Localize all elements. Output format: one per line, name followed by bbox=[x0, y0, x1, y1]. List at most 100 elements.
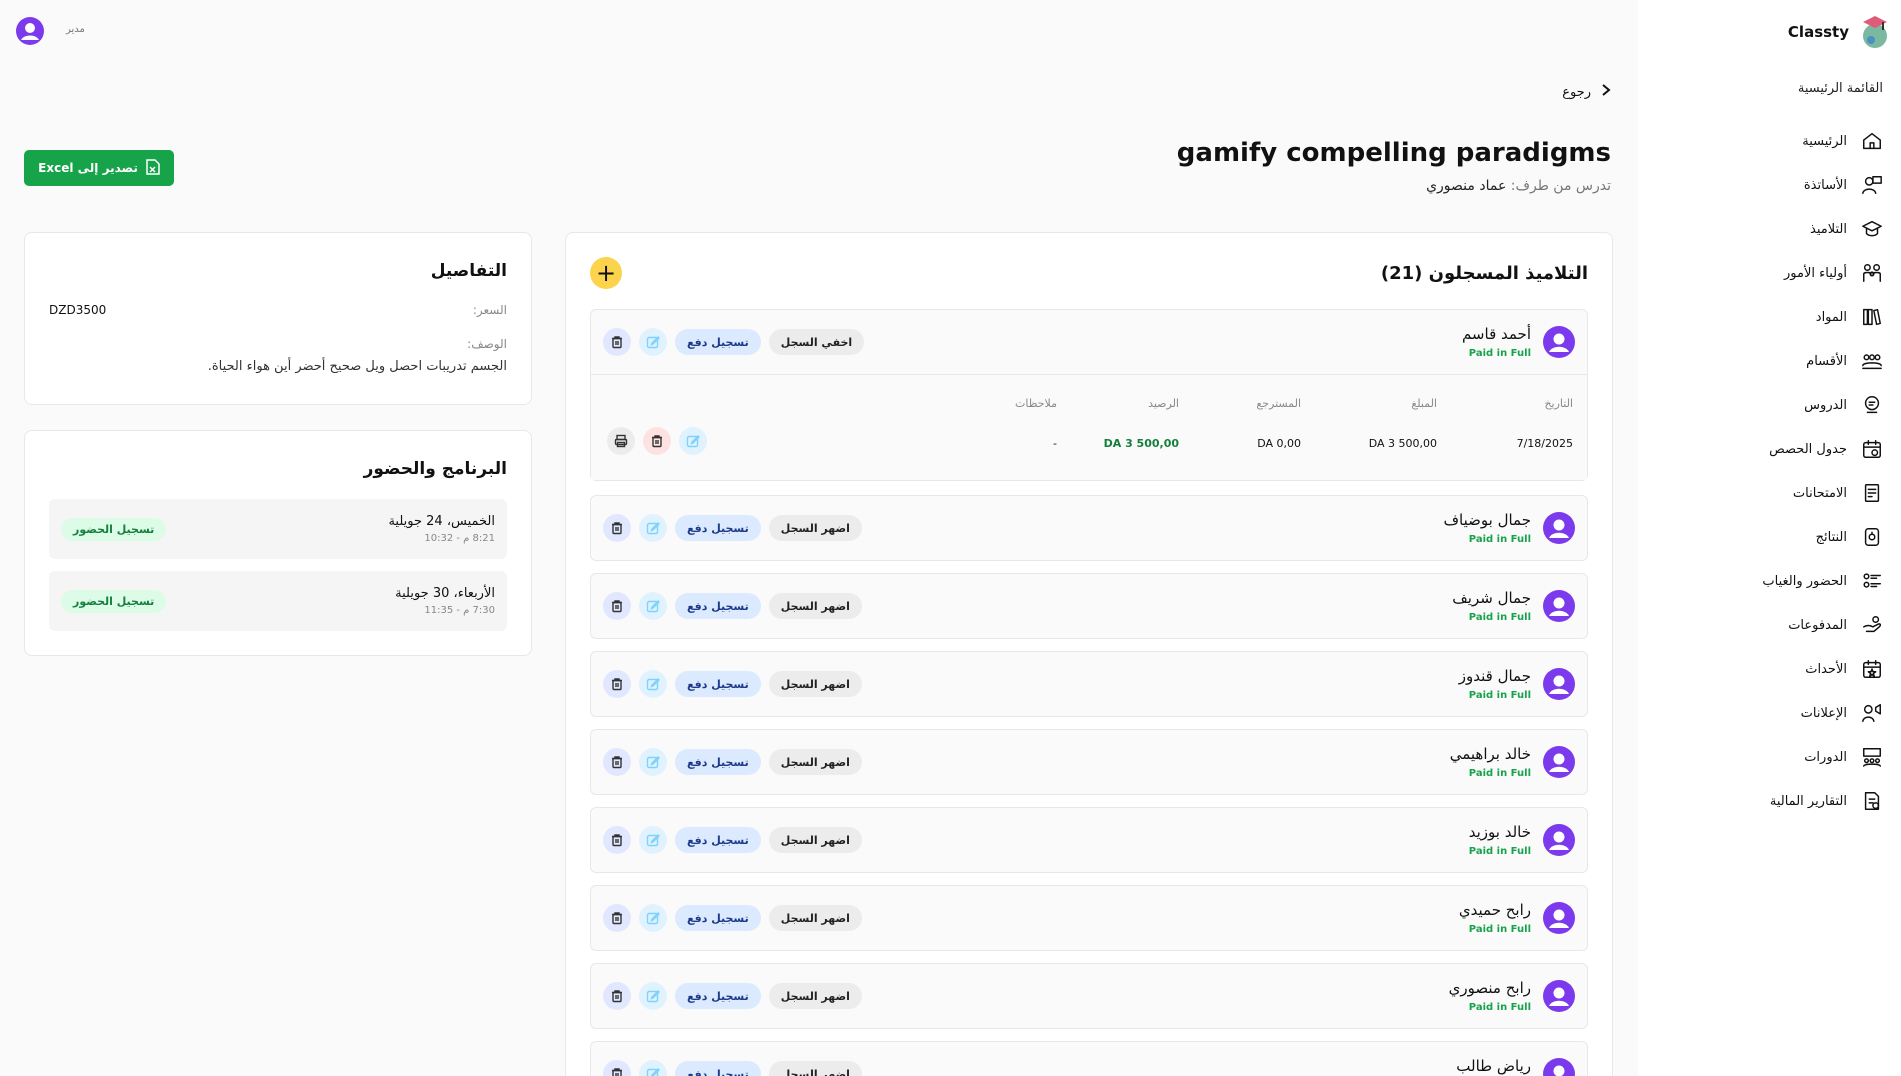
record-header-refund: المسترجع bbox=[1256, 397, 1301, 410]
add-student-button[interactable]: + bbox=[590, 257, 622, 289]
record-payment-button[interactable]: تسجيل دفع bbox=[675, 671, 761, 697]
home-icon bbox=[1861, 130, 1883, 152]
student-name: أحمد قاسم bbox=[1461, 325, 1531, 343]
session-date: الأربعاء، 30 جويلية bbox=[395, 586, 495, 601]
sidebar-item-parents[interactable]: أولياء الأمور bbox=[1651, 251, 1891, 295]
edit-icon[interactable] bbox=[639, 904, 667, 932]
toggle-record-button[interactable]: اضهر السجل bbox=[768, 749, 862, 775]
export-excel-button[interactable]: تصدير إلى Excel bbox=[24, 150, 174, 186]
student-actions: اضهر السجل تسجيل دفع bbox=[603, 1060, 862, 1076]
record-payment-button[interactable]: تسجيل دفع bbox=[675, 1061, 761, 1076]
brand-name: Classty bbox=[1787, 23, 1849, 41]
sidebar-item-label: الدروس bbox=[1804, 397, 1847, 413]
print-icon[interactable] bbox=[607, 427, 635, 455]
trash-icon[interactable] bbox=[603, 1060, 631, 1076]
sidebar-item-lessons[interactable]: الدروس bbox=[1651, 383, 1891, 427]
toggle-record-button[interactable]: اضهر السجل bbox=[768, 1061, 862, 1076]
toggle-record-button[interactable]: اضهر السجل bbox=[768, 671, 862, 697]
sidebar-item-results[interactable]: النتائج bbox=[1651, 515, 1891, 559]
trash-icon[interactable] bbox=[603, 826, 631, 854]
back-link[interactable]: رجوع bbox=[1562, 84, 1611, 100]
trash-icon[interactable] bbox=[603, 982, 631, 1010]
student-info: أحمد قاسم Paid in Full bbox=[1462, 325, 1531, 359]
record-payment-button[interactable]: تسجيل دفع bbox=[675, 983, 761, 1009]
sidebar-item-books[interactable]: المواد bbox=[1651, 295, 1891, 339]
edit-icon[interactable] bbox=[639, 514, 667, 542]
trash-icon[interactable] bbox=[603, 904, 631, 932]
record-payment-button[interactable]: تسجيل دفع bbox=[675, 749, 761, 775]
payment-status: Paid in Full bbox=[1468, 348, 1531, 359]
student-avatar-icon bbox=[1543, 980, 1575, 1012]
sidebar-item-label: الدورات bbox=[1804, 749, 1847, 765]
toggle-record-button[interactable]: اخفي السجل bbox=[768, 329, 865, 355]
record-payment-button[interactable]: تسجيل دفع bbox=[675, 905, 761, 931]
toggle-record-button[interactable]: اضهر السجل bbox=[768, 827, 862, 853]
record-attendance-button[interactable]: تسجيل الحضور bbox=[61, 517, 167, 541]
toggle-record-button[interactable]: اضهر السجل bbox=[768, 905, 862, 931]
record-payment-button[interactable]: تسجيل دفع bbox=[675, 515, 761, 541]
sidebar-item-label: الحضور والغياب bbox=[1762, 573, 1847, 589]
student-name: رابح حميدي bbox=[1458, 901, 1531, 919]
sidebar-item-label: الأساتذة bbox=[1803, 177, 1847, 193]
student-header: جمال بوضياف Paid in Full اضهر السجل تسجي… bbox=[591, 496, 1587, 560]
graduation-cap-icon bbox=[1861, 218, 1883, 240]
sidebar-item-courses[interactable]: الدورات bbox=[1651, 735, 1891, 779]
sidebar-item-calendar-clock[interactable]: جدول الحصص bbox=[1651, 427, 1891, 471]
edit-icon[interactable] bbox=[639, 826, 667, 854]
sidebar-item-exam[interactable]: الامتحانات bbox=[1651, 471, 1891, 515]
brand-logo-icon bbox=[1863, 16, 1887, 48]
edit-icon[interactable] bbox=[679, 427, 707, 455]
toggle-record-button[interactable]: اضهر السجل bbox=[768, 593, 862, 619]
student-header: رياض طالب Paid in Full اضهر السجل تسجيل … bbox=[591, 1042, 1587, 1076]
brand[interactable]: Classty bbox=[1788, 14, 1889, 50]
sidebar-item-payments[interactable]: المدفوعات bbox=[1651, 603, 1891, 647]
trash-icon[interactable] bbox=[603, 328, 631, 356]
sidebar-item-financial-report[interactable]: التقارير المالية bbox=[1651, 779, 1891, 823]
toggle-record-button[interactable]: اضهر السجل bbox=[768, 515, 862, 541]
results-icon bbox=[1861, 526, 1883, 548]
sidebar-item-label: الرئيسية bbox=[1802, 133, 1847, 149]
sidebar-item-attendance[interactable]: الحضور والغياب bbox=[1651, 559, 1891, 603]
edit-icon[interactable] bbox=[639, 748, 667, 776]
sidebar-item-announcement[interactable]: الإعلانات bbox=[1651, 691, 1891, 735]
payment-status: Paid in Full bbox=[1468, 1002, 1531, 1013]
toggle-record-button[interactable]: اضهر السجل bbox=[768, 983, 862, 1009]
sidebar-item-label: أولياء الأمور bbox=[1784, 265, 1847, 281]
sidebar-item-graduation-cap[interactable]: التلاميذ bbox=[1651, 207, 1891, 251]
trash-icon[interactable] bbox=[643, 427, 671, 455]
user-avatar-icon[interactable] bbox=[16, 17, 44, 45]
sidebar-item-label: المواد bbox=[1815, 309, 1847, 325]
record-payment-button[interactable]: تسجيل دفع bbox=[675, 593, 761, 619]
record-payment-button[interactable]: تسجيل دفع bbox=[675, 827, 761, 853]
edit-icon[interactable] bbox=[639, 328, 667, 356]
financial-report-icon bbox=[1861, 790, 1883, 812]
user-role: مدير bbox=[66, 24, 85, 35]
edit-icon[interactable] bbox=[639, 1060, 667, 1076]
sidebar-item-classes[interactable]: الأقسام bbox=[1651, 339, 1891, 383]
announcement-icon bbox=[1861, 702, 1883, 724]
student-row: خالد براهيمي Paid in Full اضهر السجل تسج… bbox=[590, 729, 1588, 795]
student-name: جمال شريف bbox=[1452, 589, 1531, 607]
record-date: 7/18/2025 bbox=[1516, 437, 1573, 450]
edit-icon[interactable] bbox=[639, 982, 667, 1010]
record-balance: DA 3 500,00 bbox=[1103, 437, 1179, 450]
record-attendance-button[interactable]: تسجيل الحضور bbox=[61, 589, 167, 613]
student-info: خالد براهيمي Paid in Full bbox=[1450, 745, 1531, 779]
student-actions: اضهر السجل تسجيل دفع bbox=[603, 904, 862, 932]
trash-icon[interactable] bbox=[603, 514, 631, 542]
trash-icon[interactable] bbox=[603, 670, 631, 698]
student-avatar-icon bbox=[1543, 1058, 1575, 1076]
trash-icon[interactable] bbox=[603, 592, 631, 620]
schedule-title: البرنامج والحضور bbox=[363, 459, 507, 479]
record-refund: DA 0,00 bbox=[1257, 437, 1301, 450]
sidebar-item-home[interactable]: الرئيسية bbox=[1651, 119, 1891, 163]
trash-icon[interactable] bbox=[603, 748, 631, 776]
sidebar-item-event[interactable]: الأحداث bbox=[1651, 647, 1891, 691]
plus-icon: + bbox=[595, 259, 617, 287]
edit-icon[interactable] bbox=[639, 670, 667, 698]
edit-icon[interactable] bbox=[639, 592, 667, 620]
sidebar-item-label: الأحداث bbox=[1805, 661, 1847, 677]
record-payment-button[interactable]: تسجيل دفع bbox=[675, 329, 761, 355]
sidebar-item-teacher[interactable]: الأساتذة bbox=[1651, 163, 1891, 207]
record-header-date: التاريخ bbox=[1544, 397, 1573, 410]
